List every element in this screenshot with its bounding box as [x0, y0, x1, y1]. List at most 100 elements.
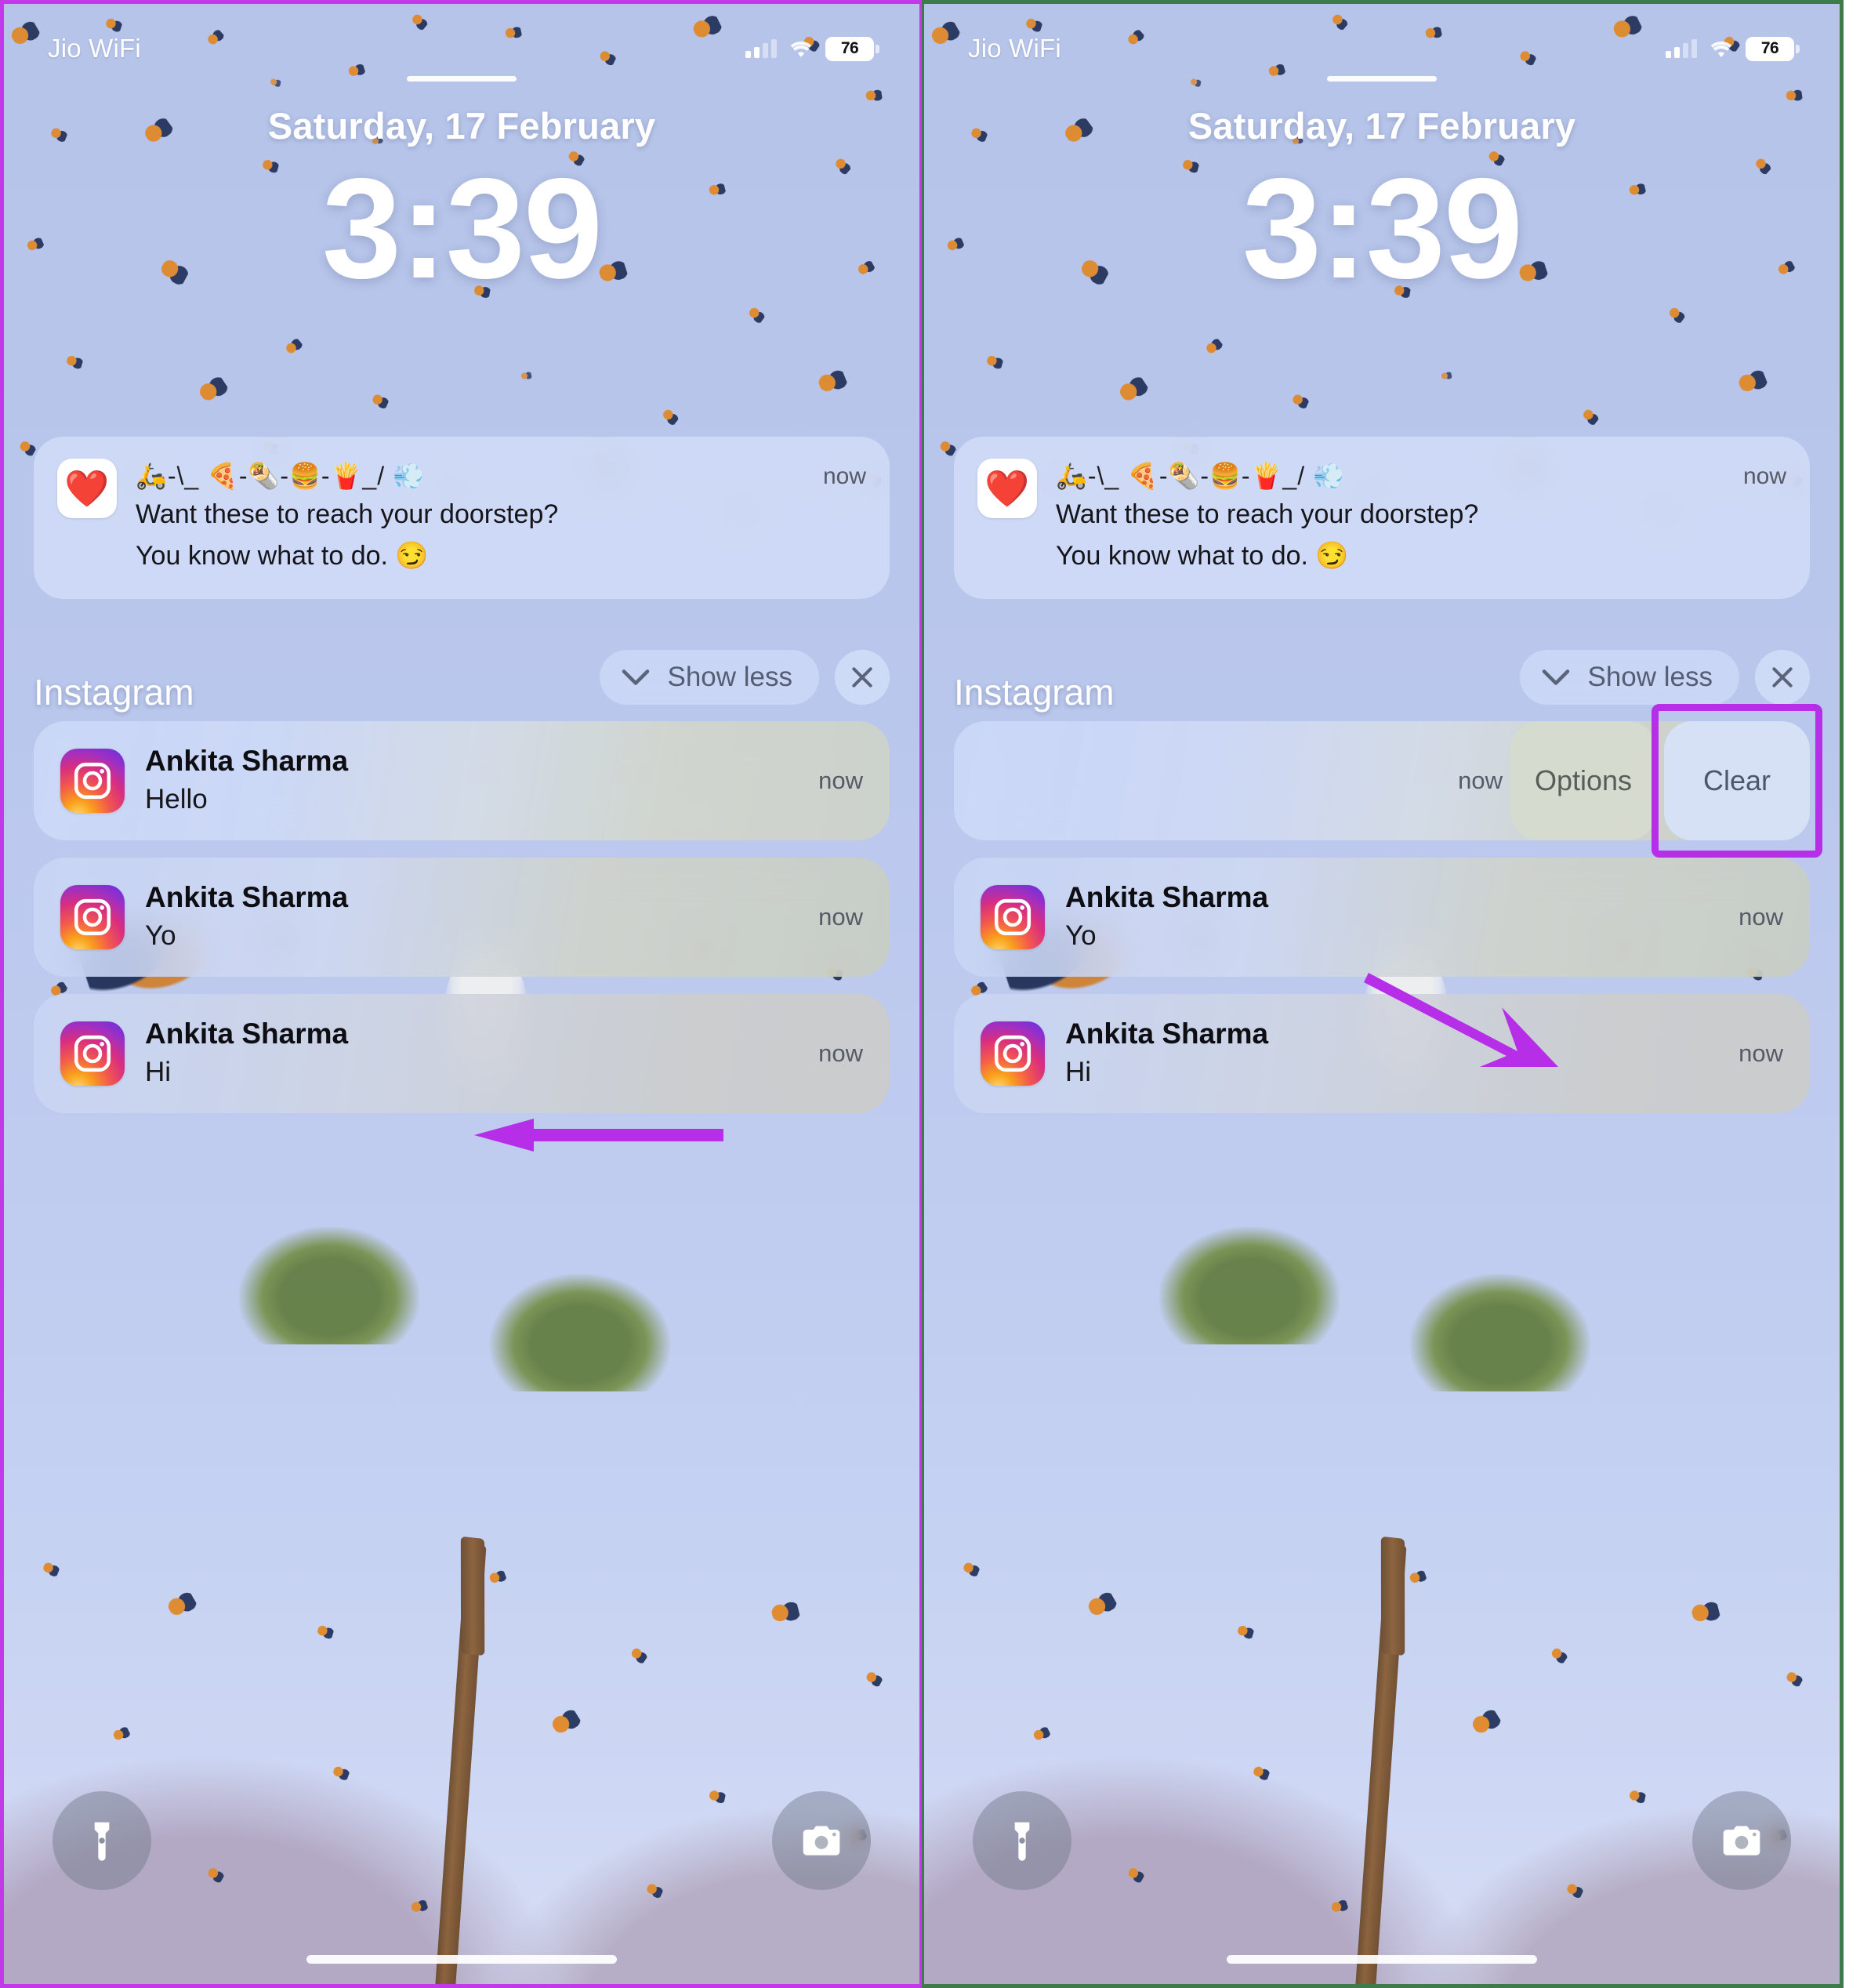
carrier-label: Jio WiFi	[48, 34, 141, 63]
instagram-glyph	[994, 898, 1032, 935]
notification-message: Hi	[145, 1057, 172, 1088]
battery-percent-label: 76	[1760, 39, 1779, 57]
instagram-app-icon	[60, 884, 125, 949]
instagram-app-icon	[981, 1021, 1045, 1086]
notification-emoji-line: 🛵-\_ 🍕-🌯-🍔-🍟_/ 💨	[136, 462, 425, 490]
screenshot-stage: Jio WiFi 76 Saturday, 17 February 3:39 ❤…	[0, 0, 1860, 1988]
notification-emoji-line: 🛵-\_ 🍕-🌯-🍔-🍟_/ 💨	[1056, 462, 1345, 490]
flashlight-button[interactable]	[53, 1791, 151, 1890]
notification-message: Yo	[145, 920, 176, 952]
status-bar-right: 76	[1666, 36, 1800, 61]
cellular-bars-icon	[1666, 39, 1697, 58]
instagram-glyph	[994, 1035, 1032, 1072]
show-less-label: Show less	[667, 661, 792, 692]
notification-area-left: ❤️🍴 🛵-\_ 🍕-🌯-🍔-🍟_/ 💨 now Want these to r…	[4, 437, 919, 1130]
instagram-app-icon	[60, 1021, 125, 1086]
notification-title-row: 🛵-\_ 🍕-🌯-🍔-🍟_/ 💨 now	[1056, 460, 1786, 492]
annotation-arrow-to-clear	[1364, 973, 1558, 1067]
notification-message-line1: Want these to reach your doorstep?	[136, 499, 559, 529]
clear-button[interactable]: Clear	[1664, 720, 1810, 840]
flashlight-button[interactable]	[973, 1791, 1071, 1890]
wifi-icon	[1710, 41, 1732, 57]
options-button[interactable]: Options	[1510, 720, 1656, 840]
camera-icon	[1723, 1826, 1760, 1856]
camera-button[interactable]	[772, 1791, 871, 1890]
notification-zomato[interactable]: ❤️🍴 🛵-\_ 🍕-🌯-🍔-🍟_/ 💨 now Want these to r…	[34, 437, 890, 599]
lock-screen-clock: Saturday, 17 February 3:39	[924, 104, 1840, 299]
instagram-glyph	[74, 762, 111, 799]
home-indicator	[1227, 1955, 1537, 1964]
lock-screen-date: Saturday, 17 February	[267, 105, 656, 147]
close-group-button[interactable]	[835, 649, 890, 705]
camera-button[interactable]	[1692, 1791, 1791, 1890]
status-bar: Jio WiFi 76	[4, 26, 919, 71]
options-label: Options	[1534, 764, 1633, 796]
dynamic-island-pill	[1327, 76, 1437, 82]
notification-text: Ankita Sharma Yo	[145, 881, 798, 953]
notification-timestamp: now	[818, 902, 863, 931]
clear-label: Clear	[1702, 764, 1771, 796]
notification-zomato[interactable]: ❤️🍴 🛵-\_ 🍕-🌯-🍔-🍟_/ 💨 now Want these to r…	[954, 437, 1810, 599]
zomato-glyph: ❤️🍴	[64, 468, 110, 509]
notification-message-line2: You know what to do. 😏	[136, 541, 429, 571]
camera-icon	[803, 1826, 840, 1856]
instagram-notification-stack: Ankita Sharma Hello now Ankita Sharma Yo…	[4, 720, 919, 1113]
zomato-app-icon: ❤️🍴	[57, 459, 117, 518]
zomato-glyph: ❤️🍴	[984, 468, 1030, 509]
notification-message: Hello	[145, 784, 208, 815]
chevron-down-icon	[622, 669, 650, 685]
instagram-app-icon	[981, 884, 1045, 949]
notification-group-title: Instagram	[954, 671, 1115, 713]
close-icon	[1772, 666, 1793, 687]
flashlight-icon	[1014, 1822, 1030, 1861]
lock-screen-date: Saturday, 17 February	[1187, 105, 1576, 147]
notification-group-header: Instagram Show less	[954, 644, 1810, 713]
chevron-down-icon	[1543, 669, 1570, 685]
notification-instagram-3[interactable]: Ankita Sharma Hi now	[34, 993, 890, 1113]
notification-timestamp: now	[1458, 766, 1503, 794]
flashlight-icon	[94, 1822, 110, 1861]
notification-timestamp: now	[822, 463, 866, 489]
zomato-app-icon: ❤️🍴	[977, 459, 1037, 518]
notification-timestamp: now	[818, 766, 863, 794]
notification-instagram-2[interactable]: Ankita Sharma Yo now	[34, 857, 890, 977]
wifi-icon	[790, 41, 812, 57]
show-less-button[interactable]: Show less	[1520, 649, 1739, 705]
battery-percent-label: 76	[840, 39, 859, 57]
notification-body: 🛵-\_ 🍕-🌯-🍔-🍟_/ 💨 now Want these to reach…	[1056, 459, 1786, 575]
status-bar-right: 76	[745, 36, 879, 61]
notification-instagram-1[interactable]: Ankita Sharma Hello now	[34, 720, 890, 840]
lock-screen-bottom-controls	[4, 1733, 919, 1984]
lock-screen-time: 3:39	[321, 148, 603, 308]
phone-panel-left: Jio WiFi 76 Saturday, 17 February 3:39 ❤…	[0, 0, 922, 1988]
lock-screen-time: 3:39	[1242, 148, 1523, 308]
instagram-app-icon	[60, 748, 125, 813]
instagram-glyph	[74, 898, 111, 935]
notification-text: Ankita Sharma Yo	[1065, 881, 1718, 953]
notification-message-line2: You know what to do. 😏	[1056, 541, 1349, 571]
dynamic-island-pill	[407, 76, 517, 82]
notification-message: Yo	[1065, 920, 1097, 952]
notification-title-row: 🛵-\_ 🍕-🌯-🍔-🍟_/ 💨 now	[136, 460, 866, 492]
notification-instagram-2[interactable]: Ankita Sharma Yo now	[954, 857, 1810, 977]
instagram-glyph	[74, 1035, 111, 1072]
annotation-arrow-swipe-left	[474, 1119, 723, 1152]
close-group-button[interactable]	[1755, 649, 1810, 705]
cellular-bars-icon	[745, 39, 777, 58]
lock-screen-bottom-controls	[924, 1733, 1840, 1984]
notification-body: 🛵-\_ 🍕-🌯-🍔-🍟_/ 💨 now Want these to reach…	[136, 459, 866, 575]
show-less-button[interactable]: Show less	[600, 649, 819, 705]
notification-sender: Ankita Sharma	[145, 1017, 349, 1050]
notification-sender: Ankita Sharma	[1065, 880, 1269, 913]
battery-indicator: 76	[1746, 36, 1800, 61]
notification-sender: Ankita Sharma	[145, 880, 349, 913]
notification-group-title: Instagram	[34, 671, 194, 713]
battery-indicator: 76	[825, 36, 879, 61]
notification-timestamp: now	[1742, 463, 1786, 489]
notification-text: Ankita Sharma Hi	[145, 1018, 798, 1090]
close-icon	[852, 666, 872, 687]
show-less-label: Show less	[1587, 661, 1713, 692]
notification-instagram-1-swiped[interactable]: now Options Clear	[954, 703, 1822, 858]
lock-screen-clock: Saturday, 17 February 3:39	[4, 104, 919, 299]
notification-sender: Ankita Sharma	[145, 744, 349, 777]
